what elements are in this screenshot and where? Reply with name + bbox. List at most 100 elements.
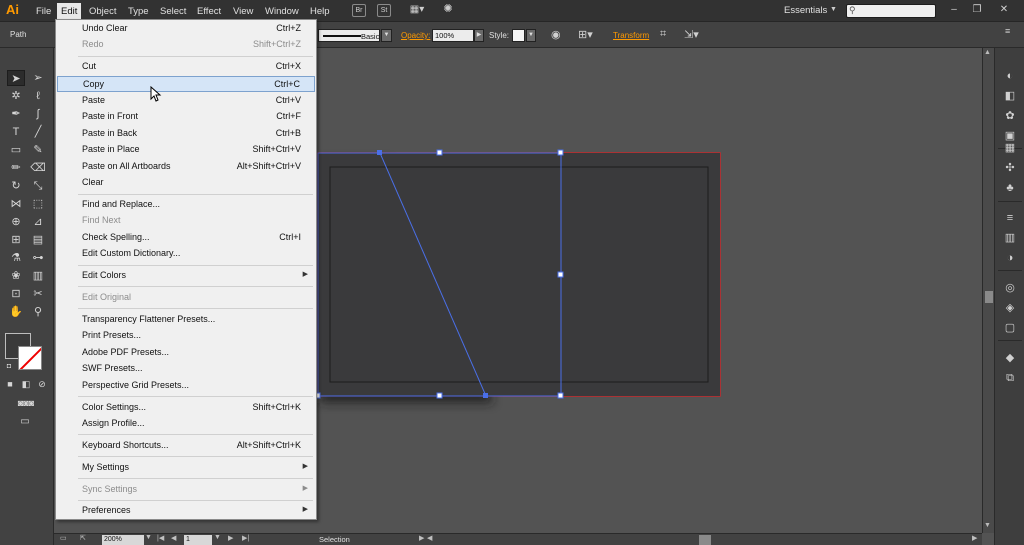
bounding-handle[interactable] bbox=[557, 271, 564, 278]
menu-window[interactable]: Window bbox=[262, 5, 302, 18]
stock-icon[interactable]: St bbox=[377, 4, 391, 17]
first-artboard-icon[interactable]: |◀ bbox=[157, 534, 164, 542]
type-tool-icon[interactable]: T bbox=[7, 124, 25, 140]
graphic-styles-icon[interactable]: ◈ bbox=[1002, 300, 1018, 316]
menu-select[interactable]: Select bbox=[157, 5, 189, 18]
menu-item-transparency-flattener-presets[interactable]: Transparency Flattener Presets... bbox=[57, 312, 315, 327]
workspace-switcher[interactable]: Essentials bbox=[784, 5, 827, 16]
opacity-label[interactable]: Opacity: bbox=[401, 31, 430, 40]
menu-type[interactable]: Type bbox=[125, 5, 152, 18]
recolor-artwork-icon[interactable]: ◉ bbox=[551, 28, 561, 41]
rotate-tool-icon[interactable]: ↻ bbox=[7, 178, 25, 194]
previous-artboard-icon[interactable]: ◀ bbox=[171, 534, 176, 542]
chevron-down-icon[interactable]: ▼ bbox=[830, 6, 837, 13]
menu-item-paste-on-all-artboards[interactable]: Paste on All Artboards Alt+Shift+Ctrl+V bbox=[57, 159, 315, 174]
align-icon[interactable]: ⊞▾ bbox=[578, 28, 593, 41]
maximize-icon[interactable]: ❐ bbox=[968, 3, 986, 17]
free-transform-tool-icon[interactable]: ⬚ bbox=[29, 196, 47, 212]
share-icon[interactable]: ⇱ bbox=[80, 534, 86, 542]
column-graph-tool-icon[interactable]: ▥ bbox=[29, 268, 47, 284]
artboards-panel-icon[interactable]: ⧉ bbox=[1002, 370, 1018, 386]
menu-edit[interactable]: Edit bbox=[57, 3, 82, 20]
width-tool-icon[interactable]: ⋈ bbox=[7, 196, 25, 212]
search-help-input[interactable]: ⚲ bbox=[846, 4, 936, 18]
default-fill-stroke-icon[interactable]: ◘ bbox=[3, 362, 15, 372]
menu-item-redo[interactable]: Redo Shift+Ctrl+Z bbox=[57, 37, 315, 52]
slice-tool-icon[interactable]: ✂ bbox=[29, 286, 47, 302]
anchor-point[interactable] bbox=[483, 393, 488, 398]
none-mode-icon[interactable]: ⊘ bbox=[36, 378, 48, 390]
artboard-dropdown-icon[interactable]: ▼ bbox=[214, 534, 221, 541]
menu-item-copy[interactable]: Copy Ctrl+C bbox=[57, 76, 315, 92]
menu-item-paste-in-place[interactable]: Paste in Place Shift+Ctrl+V bbox=[57, 142, 315, 157]
menu-view[interactable]: View bbox=[230, 5, 256, 18]
drawing-modes-icon[interactable]: ◙◙◙ bbox=[6, 397, 46, 409]
gradient-panel-icon[interactable]: ▥ bbox=[1002, 230, 1018, 246]
bounding-handle[interactable] bbox=[436, 149, 443, 156]
gpu-performance-icon[interactable]: ✺ bbox=[441, 4, 455, 17]
pencil-tool-icon[interactable]: ✏ bbox=[7, 160, 25, 176]
menu-item-sync-settings[interactable]: Sync Settings ▶ bbox=[57, 482, 315, 497]
zoom-dropdown-icon[interactable]: ▼ bbox=[145, 534, 152, 541]
paintbrush-tool-icon[interactable]: ✎ bbox=[29, 142, 47, 158]
menu-item-my-settings[interactable]: My Settings ▶ bbox=[57, 460, 315, 475]
opacity-arrow-icon[interactable]: ▶ bbox=[474, 29, 484, 42]
artboard-number-input[interactable]: 1 bbox=[184, 535, 212, 545]
envelope-distort-icon[interactable]: ⇲▾ bbox=[684, 28, 699, 41]
brushes-icon[interactable]: ✣ bbox=[1002, 160, 1018, 176]
vertical-scrollbar[interactable]: ▲ ▼ bbox=[982, 48, 994, 533]
vertical-scroll-thumb[interactable] bbox=[985, 291, 993, 303]
menu-item-paste-in-back[interactable]: Paste in Back Ctrl+B bbox=[57, 126, 315, 141]
brush-dropdown-icon[interactable]: ▼ bbox=[381, 29, 392, 42]
menu-item-color-settings[interactable]: Color Settings... Shift+Ctrl+K bbox=[57, 400, 315, 415]
symbols-icon[interactable]: ♣ bbox=[1002, 180, 1018, 196]
blend-tool-icon[interactable]: ⊶ bbox=[29, 250, 47, 266]
curvature-tool-icon[interactable]: ∫ bbox=[29, 106, 47, 122]
lasso-tool-icon[interactable]: ℓ bbox=[29, 88, 47, 104]
color-panel-icon[interactable]: ◐ bbox=[1002, 68, 1018, 84]
transform-link[interactable]: Transform bbox=[613, 31, 649, 40]
zoom-level-input[interactable]: 200% bbox=[102, 535, 144, 545]
control-panel-menu-icon[interactable]: ≡ bbox=[1005, 26, 1010, 36]
menu-item-assign-profile[interactable]: Assign Profile... bbox=[57, 416, 315, 431]
menu-item-undo-clear[interactable]: Undo Clear Ctrl+Z bbox=[57, 21, 315, 36]
hand-tool-icon[interactable]: ✋ bbox=[7, 304, 25, 320]
appearance-panel-icon[interactable]: ◎ bbox=[1002, 280, 1018, 296]
minimize-icon[interactable]: – bbox=[945, 3, 963, 17]
menu-item-edit-colors[interactable]: Edit Colors ▶ bbox=[57, 268, 315, 283]
color-guide-icon[interactable]: ◧ bbox=[1002, 88, 1018, 104]
menu-effect[interactable]: Effect bbox=[194, 5, 224, 18]
menu-item-check-spelling[interactable]: Check Spelling... Ctrl+I bbox=[57, 230, 315, 245]
scroll-up-arrow-icon[interactable]: ▲ bbox=[984, 49, 991, 56]
graphic-style-swatch[interactable] bbox=[512, 29, 525, 42]
menu-item-adobe-pdf-presets[interactable]: Adobe PDF Presets... bbox=[57, 345, 315, 360]
menu-item-find-next[interactable]: Find Next bbox=[57, 213, 315, 228]
menu-item-print-presets[interactable]: Print Presets... bbox=[57, 328, 315, 343]
scroll-right-arrow-icon[interactable]: ▶ bbox=[972, 534, 977, 542]
menu-item-preferences[interactable]: Preferences ▶ bbox=[57, 503, 315, 518]
next-artboard-icon[interactable]: ▶ bbox=[228, 534, 233, 542]
arrange-documents-icon[interactable]: ▦▾ bbox=[405, 4, 429, 17]
gradient-mode-icon[interactable]: ◧ bbox=[20, 378, 32, 390]
direct-selection-tool-icon[interactable]: ➢ bbox=[29, 70, 47, 86]
screen-mode-icon[interactable]: ▭ bbox=[16, 416, 34, 428]
style-dropdown-icon[interactable]: ▼ bbox=[526, 29, 536, 42]
symbol-sprayer-tool-icon[interactable]: ❀ bbox=[7, 268, 25, 284]
menu-item-clear[interactable]: Clear bbox=[57, 175, 315, 190]
bounding-handle[interactable] bbox=[436, 392, 443, 399]
bridge-icon[interactable]: Br bbox=[352, 4, 366, 17]
eyedropper-tool-icon[interactable]: ⚗ bbox=[7, 250, 25, 266]
menu-item-perspective-grid-presets[interactable]: Perspective Grid Presets... bbox=[57, 378, 315, 393]
menu-item-swf-presets[interactable]: SWF Presets... bbox=[57, 361, 315, 376]
bounding-handle[interactable] bbox=[557, 149, 564, 156]
pen-tool-icon[interactable]: ✒ bbox=[7, 106, 25, 122]
last-artboard-icon[interactable]: ▶| bbox=[242, 534, 249, 542]
artboard-tool-icon[interactable]: ⊡ bbox=[7, 286, 25, 302]
shape-builder-tool-icon[interactable]: ⊕ bbox=[7, 214, 25, 230]
menu-item-edit-original[interactable]: Edit Original bbox=[57, 290, 315, 305]
horizontal-scroll-thumb[interactable] bbox=[699, 535, 711, 545]
scroll-left-arrow-icon[interactable]: ◀ bbox=[427, 534, 432, 542]
zoom-tool-icon[interactable]: ⚲ bbox=[29, 304, 47, 320]
menu-item-keyboard-shortcuts[interactable]: Keyboard Shortcuts... Alt+Shift+Ctrl+K bbox=[57, 438, 315, 453]
status-menu-icon[interactable]: ▶ bbox=[419, 534, 424, 542]
